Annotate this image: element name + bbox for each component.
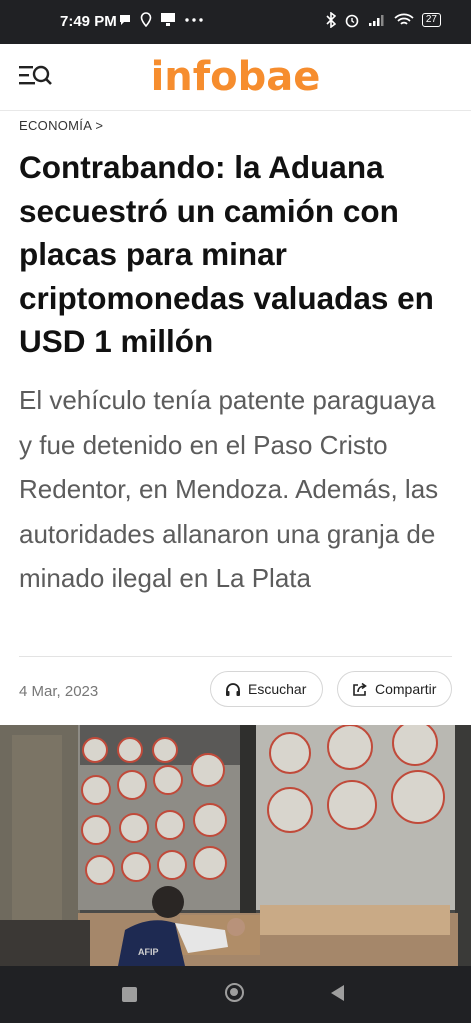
- share-button[interactable]: Compartir: [337, 671, 452, 707]
- more-icon: [185, 17, 203, 22]
- breadcrumb-section[interactable]: ECONOMÍA: [19, 118, 91, 133]
- article-subtitle: El vehículo tenía patente paraguaya y fu…: [19, 385, 439, 593]
- photo-vest-text: AFIP: [138, 947, 159, 957]
- cast-icon: [161, 13, 175, 26]
- article-photo[interactable]: AFIP: [0, 725, 471, 966]
- recents-square-icon[interactable]: [122, 987, 137, 1002]
- breadcrumb[interactable]: ECONOMÍA >: [19, 118, 103, 133]
- chevron-right-icon: >: [95, 118, 104, 133]
- share-label: Compartir: [375, 681, 437, 697]
- bluetooth-icon: [326, 12, 336, 28]
- status-bar: 7:49 PM 27: [0, 0, 471, 44]
- status-right-icons: 27: [326, 12, 441, 28]
- photo-illustration: [0, 725, 471, 966]
- status-time: 7:49 PM: [60, 13, 117, 30]
- listen-label: Escuchar: [248, 681, 307, 697]
- chat-bubble-icon: [120, 14, 130, 25]
- site-header: infobae: [0, 44, 471, 111]
- battery-indicator: 27: [421, 13, 441, 27]
- home-circle-icon[interactable]: [225, 983, 244, 1002]
- divider: [19, 656, 452, 657]
- article-title: Contrabando: la Aduana secuestró un cami…: [19, 149, 434, 359]
- site-logo[interactable]: infobae: [0, 54, 471, 100]
- location-icon: [140, 12, 152, 27]
- system-nav-bar: [0, 966, 471, 1023]
- alarm-icon: [345, 14, 359, 28]
- article-date: 4 Mar, 2023: [19, 683, 99, 700]
- signal-icon: [368, 15, 384, 26]
- wifi-icon: [394, 13, 414, 25]
- headphones-icon: [226, 682, 240, 696]
- listen-button[interactable]: Escuchar: [210, 671, 323, 707]
- share-icon: [353, 682, 367, 696]
- status-left-icons: [118, 12, 204, 27]
- back-triangle-icon[interactable]: [331, 985, 344, 1001]
